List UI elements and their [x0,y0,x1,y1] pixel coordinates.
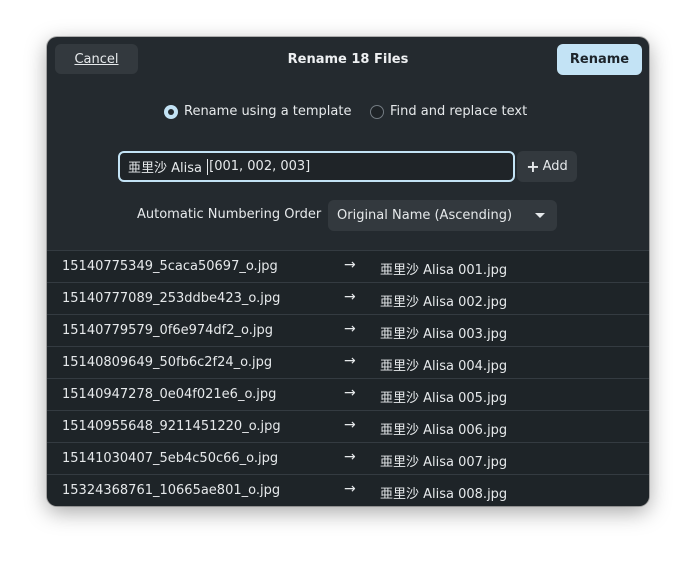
old-filename: 15140775349_5caca50697_o.jpg [62,259,278,274]
new-filename: 亜里沙 Alisa 007.jpg [380,455,508,470]
new-filename: 亜里沙 Alisa 008.jpg [380,487,508,502]
old-filename: 15141030407_5eb4c50c66_o.jpg [62,451,279,466]
new-filename: 亜里沙 Alisa 003.jpg [380,327,508,342]
file-row: 15140955648_9211451220_o.jpg → 亜里沙 Alisa… [47,410,649,442]
file-row: 15140947278_0e04f021e6_o.jpg → 亜里沙 Alisa… [47,378,649,410]
rename-button-label: Rename [569,52,630,67]
new-filename: 亜里沙 Alisa 006.jpg [380,423,508,438]
file-row: 15324368761_10665ae801_o.jpg → 亜里沙 Alisa… [47,474,649,506]
old-filename: 15140947278_0e04f021e6_o.jpg [62,387,277,402]
file-row: 15140809649_50fb6c2f24_o.jpg → 亜里沙 Alisa… [47,346,649,378]
rename-button[interactable]: Rename [557,44,642,75]
file-row: 15140775349_5caca50697_o.jpg → 亜里沙 Alisa… [47,250,649,282]
old-filename: 15140955648_9211451220_o.jpg [62,419,281,434]
file-row: 15140777089_253ddbe423_o.jpg → 亜里沙 Alisa… [47,282,649,314]
new-filename: 亜里沙 Alisa 002.jpg [380,295,508,310]
template-text-after-caret: [001, 002, 003] [209,159,311,174]
add-button-label: Add [542,159,568,174]
arrow-right-icon: → [344,321,356,337]
radio-find-replace[interactable]: Find and replace text [370,104,527,119]
cancel-button-label: Cancel [74,51,119,67]
rename-dialog: Cancel Rename 18 Files Rename Rename usi… [47,37,649,506]
chevron-down-icon [535,213,545,218]
old-filename: 15324368761_10665ae801_o.jpg [62,483,281,498]
text-caret [207,158,209,175]
dialog-header: Cancel Rename 18 Files Rename [47,37,649,83]
file-rename-list[interactable]: 15140775349_5caca50697_o.jpg → 亜里沙 Alisa… [47,250,649,506]
arrow-right-icon: → [344,257,356,273]
cancel-button[interactable]: Cancel [55,44,138,74]
dialog-title: Rename 18 Files [287,51,409,67]
arrow-right-icon: → [344,289,356,305]
radio-selected-icon [164,104,178,119]
new-filename: 亜里沙 Alisa 001.jpg [380,263,508,278]
add-button[interactable]: + Add [517,151,577,182]
arrow-right-icon: → [344,353,356,369]
arrow-right-icon: → [344,481,356,497]
radio-rename-template[interactable]: Rename using a template [164,104,351,119]
numbering-order-dropdown[interactable]: Original Name (Ascending) [328,200,557,231]
file-row: 15141030407_5eb4c50c66_o.jpg → 亜里沙 Alisa… [47,442,649,474]
old-filename: 15140777089_253ddbe423_o.jpg [62,291,281,306]
old-filename: 15140779579_0f6e974df2_o.jpg [62,323,273,338]
arrow-right-icon: → [344,449,356,465]
rename-mode-selector: Rename using a template Find and replace… [47,101,649,125]
arrow-right-icon: → [344,417,356,433]
numbering-order-label: Automatic Numbering Order [137,207,322,222]
numbering-order-value: Original Name (Ascending) [337,208,513,223]
new-filename: 亜里沙 Alisa 005.jpg [380,391,508,406]
plus-icon: + [526,156,540,176]
radio-rename-template-label: Rename using a template [184,104,352,119]
new-filename: 亜里沙 Alisa 004.jpg [380,359,508,374]
old-filename: 15140809649_50fb6c2f24_o.jpg [62,355,273,370]
arrow-right-icon: → [344,385,356,401]
template-input[interactable]: 亜里沙 Alisa [001, 002, 003] [118,151,515,182]
radio-find-replace-label: Find and replace text [390,104,528,119]
file-row: 15140779579_0f6e974df2_o.jpg → 亜里沙 Alisa… [47,314,649,346]
template-text-before-caret: 亜里沙 Alisa [128,161,207,176]
radio-unselected-icon [370,104,384,119]
